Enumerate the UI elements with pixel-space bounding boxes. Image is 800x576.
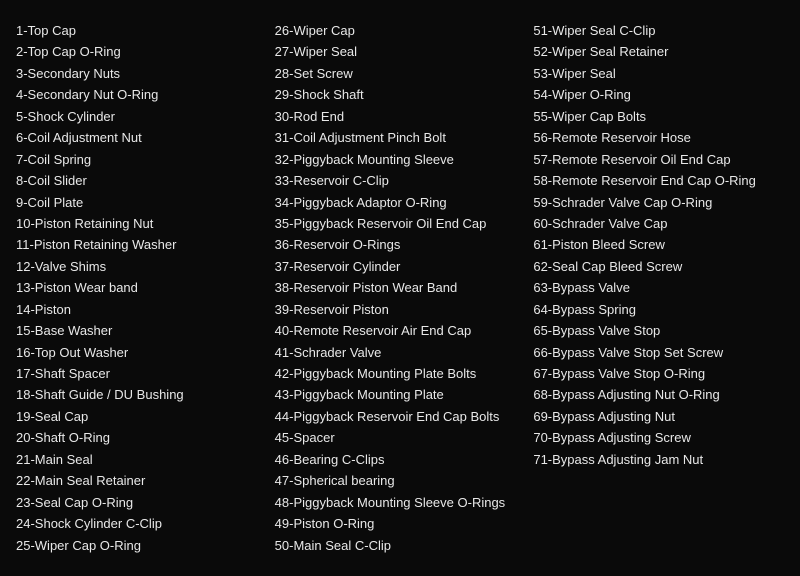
list-item: 33-Reservoir C-Clip <box>275 170 526 191</box>
list-item: 60-Schrader Valve Cap <box>533 213 784 234</box>
list-item: 67-Bypass Valve Stop O-Ring <box>533 363 784 384</box>
list-item: 32-Piggyback Mounting Sleeve <box>275 149 526 170</box>
list-item: 37-Reservoir Cylinder <box>275 256 526 277</box>
list-item: 26-Wiper Cap <box>275 20 526 41</box>
list-item: 47-Spherical bearing <box>275 470 526 491</box>
list-item: 2-Top Cap O-Ring <box>16 41 267 62</box>
list-item: 21-Main Seal <box>16 449 267 470</box>
list-item: 45-Spacer <box>275 427 526 448</box>
list-item: 7-Coil Spring <box>16 149 267 170</box>
list-item: 68-Bypass Adjusting Nut O-Ring <box>533 384 784 405</box>
list-item: 35-Piggyback Reservoir Oil End Cap <box>275 213 526 234</box>
list-item: 48-Piggyback Mounting Sleeve O-Rings <box>275 492 526 513</box>
list-item: 63-Bypass Valve <box>533 277 784 298</box>
list-item: 29-Shock Shaft <box>275 84 526 105</box>
list-item: 5-Shock Cylinder <box>16 106 267 127</box>
list-item: 51-Wiper Seal C-Clip <box>533 20 784 41</box>
list-item: 43-Piggyback Mounting Plate <box>275 384 526 405</box>
list-item: 52-Wiper Seal Retainer <box>533 41 784 62</box>
list-item: 11-Piston Retaining Washer <box>16 234 267 255</box>
list-item: 3-Secondary Nuts <box>16 63 267 84</box>
list-item: 10-Piston Retaining Nut <box>16 213 267 234</box>
list-item: 62-Seal Cap Bleed Screw <box>533 256 784 277</box>
list-item: 46-Bearing C-Clips <box>275 449 526 470</box>
list-item: 18-Shaft Guide / DU Bushing <box>16 384 267 405</box>
list-item: 65-Bypass Valve Stop <box>533 320 784 341</box>
list-item: 40-Remote Reservoir Air End Cap <box>275 320 526 341</box>
list-item: 1-Top Cap <box>16 20 267 41</box>
list-item: 34-Piggyback Adaptor O-Ring <box>275 192 526 213</box>
list-item: 22-Main Seal Retainer <box>16 470 267 491</box>
list-item: 24-Shock Cylinder C-Clip <box>16 513 267 534</box>
list-item: 69-Bypass Adjusting Nut <box>533 406 784 427</box>
list-item: 38-Reservoir Piston Wear Band <box>275 277 526 298</box>
column-2: 26-Wiper Cap27-Wiper Seal28-Set Screw29-… <box>275 20 534 556</box>
list-item: 54-Wiper O-Ring <box>533 84 784 105</box>
list-item: 6-Coil Adjustment Nut <box>16 127 267 148</box>
list-item: 41-Schrader Valve <box>275 342 526 363</box>
list-item: 13-Piston Wear band <box>16 277 267 298</box>
list-item: 44-Piggyback Reservoir End Cap Bolts <box>275 406 526 427</box>
list-item: 28-Set Screw <box>275 63 526 84</box>
list-item: 39-Reservoir Piston <box>275 299 526 320</box>
list-item: 66-Bypass Valve Stop Set Screw <box>533 342 784 363</box>
list-item: 16-Top Out Washer <box>16 342 267 363</box>
list-item: 36-Reservoir O-Rings <box>275 234 526 255</box>
list-item: 30-Rod End <box>275 106 526 127</box>
list-item: 49-Piston O-Ring <box>275 513 526 534</box>
list-item: 50-Main Seal C-Clip <box>275 535 526 556</box>
list-item: 14-Piston <box>16 299 267 320</box>
parts-list: 1-Top Cap2-Top Cap O-Ring3-Secondary Nut… <box>16 20 784 556</box>
list-item: 31-Coil Adjustment Pinch Bolt <box>275 127 526 148</box>
list-item: 56-Remote Reservoir Hose <box>533 127 784 148</box>
list-item: 42-Piggyback Mounting Plate Bolts <box>275 363 526 384</box>
list-item: 59-Schrader Valve Cap O-Ring <box>533 192 784 213</box>
list-item: 17-Shaft Spacer <box>16 363 267 384</box>
list-item: 61-Piston Bleed Screw <box>533 234 784 255</box>
list-item: 8-Coil Slider <box>16 170 267 191</box>
list-item: 25-Wiper Cap O-Ring <box>16 535 267 556</box>
list-item: 53-Wiper Seal <box>533 63 784 84</box>
list-item: 4-Secondary Nut O-Ring <box>16 84 267 105</box>
list-item: 12-Valve Shims <box>16 256 267 277</box>
list-item: 71-Bypass Adjusting Jam Nut <box>533 449 784 470</box>
list-item: 23-Seal Cap O-Ring <box>16 492 267 513</box>
list-item: 64-Bypass Spring <box>533 299 784 320</box>
list-item: 70-Bypass Adjusting Screw <box>533 427 784 448</box>
list-item: 19-Seal Cap <box>16 406 267 427</box>
list-item: 20-Shaft O-Ring <box>16 427 267 448</box>
list-item: 9-Coil Plate <box>16 192 267 213</box>
list-item: 27-Wiper Seal <box>275 41 526 62</box>
column-3: 51-Wiper Seal C-Clip52-Wiper Seal Retain… <box>533 20 784 556</box>
column-1: 1-Top Cap2-Top Cap O-Ring3-Secondary Nut… <box>16 20 275 556</box>
list-item: 15-Base Washer <box>16 320 267 341</box>
list-item: 55-Wiper Cap Bolts <box>533 106 784 127</box>
list-item: 58-Remote Reservoir End Cap O-Ring <box>533 170 784 191</box>
list-item: 57-Remote Reservoir Oil End Cap <box>533 149 784 170</box>
